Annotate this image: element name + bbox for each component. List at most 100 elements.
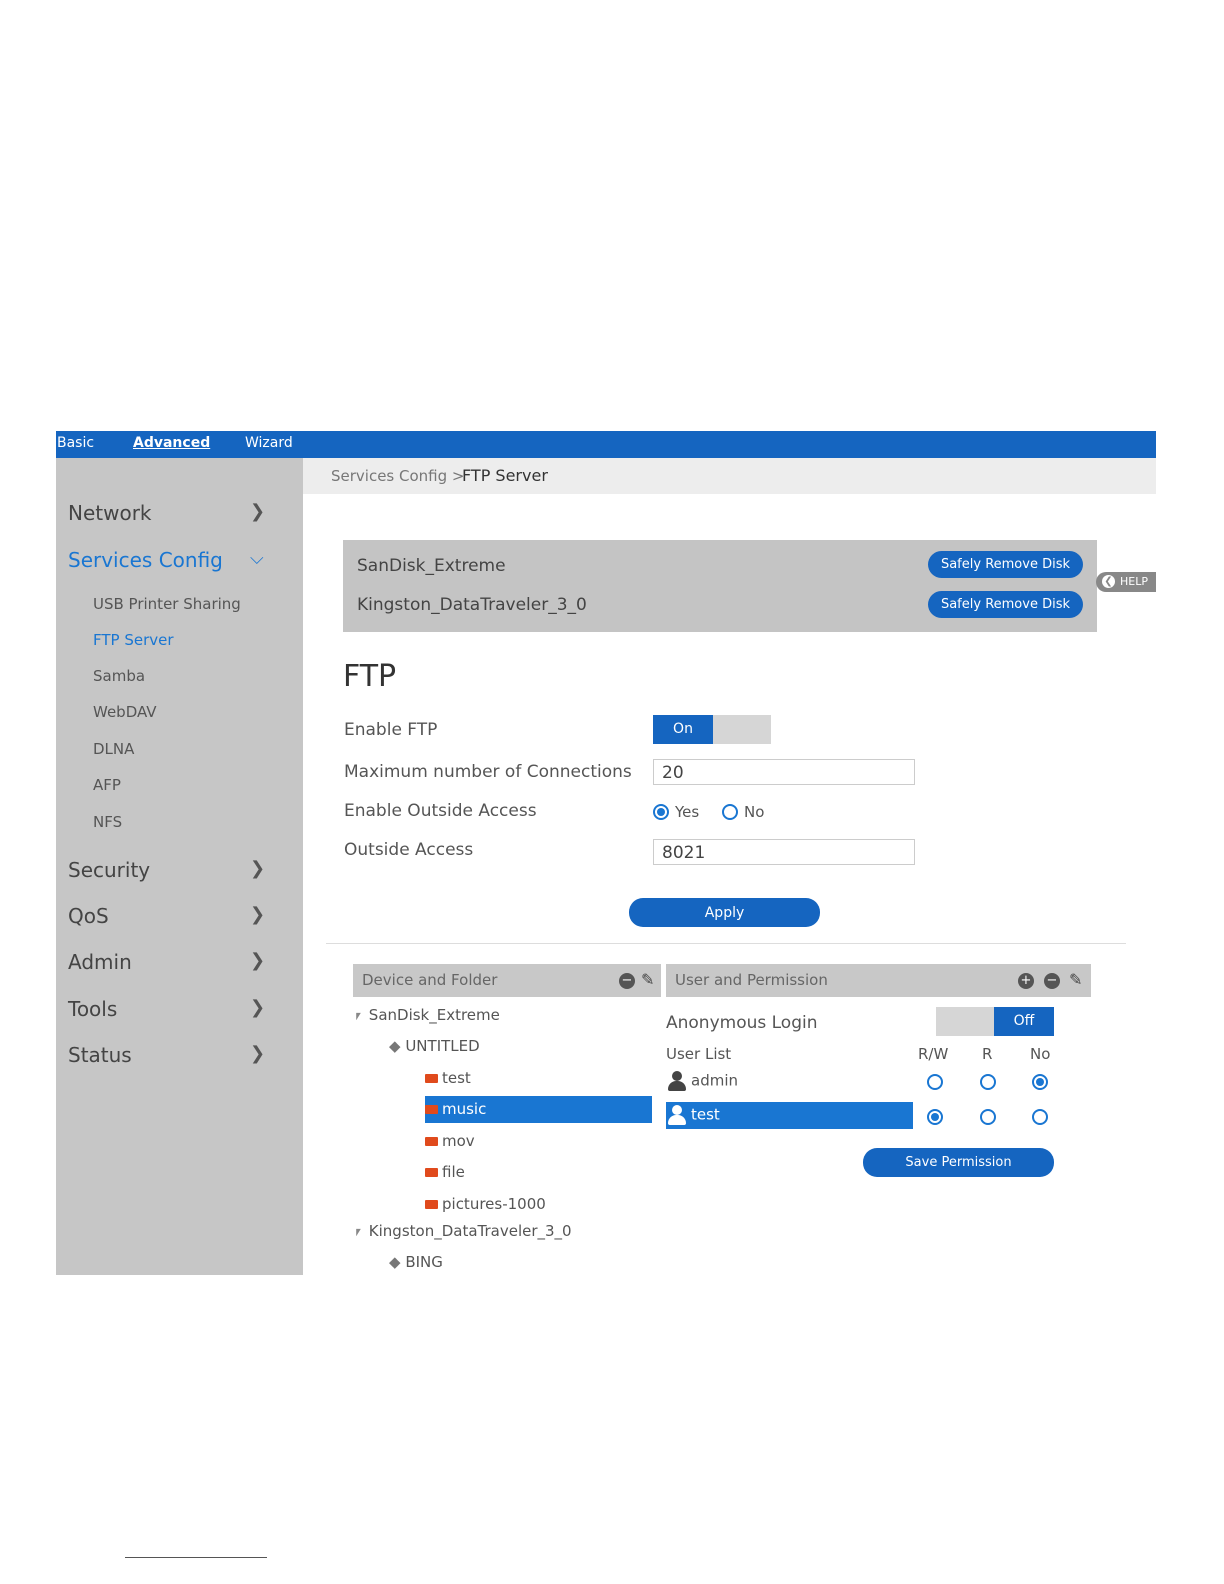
safely-remove-disk-button[interactable]: Safely Remove Disk bbox=[928, 591, 1083, 618]
sidebar-item-admin[interactable]: Admin bbox=[68, 950, 132, 974]
enable-ftp-toggle[interactable]: On bbox=[653, 715, 771, 744]
tree-volume[interactable]: ◆ UNTITLED bbox=[389, 1037, 480, 1055]
help-arrow-icon: ❮ bbox=[1102, 575, 1115, 588]
tab-wizard[interactable]: Wizard bbox=[245, 435, 293, 451]
sidebar-item-tools[interactable]: Tools bbox=[68, 997, 117, 1021]
disk-name: SanDisk_Extreme bbox=[357, 556, 506, 576]
tree-folder[interactable]: mov bbox=[425, 1132, 475, 1150]
folder-icon bbox=[425, 1200, 438, 1209]
yes-label: Yes bbox=[675, 803, 700, 821]
divider bbox=[326, 943, 1126, 944]
sidebar-item-usb-printer-sharing[interactable]: USB Printer Sharing bbox=[93, 595, 241, 613]
folder-label: pictures-1000 bbox=[442, 1195, 546, 1213]
sidebar-item-qos[interactable]: QoS bbox=[68, 904, 109, 928]
chevron-right-icon[interactable]: ❯ bbox=[250, 858, 265, 879]
sidebar-item-status[interactable]: Status bbox=[68, 1043, 132, 1067]
user-row-test[interactable]: test bbox=[667, 1105, 720, 1125]
folder-icon bbox=[425, 1105, 438, 1114]
tab-basic[interactable]: Basic bbox=[57, 435, 94, 451]
column-r: R bbox=[982, 1045, 993, 1063]
tree-folder[interactable]: file bbox=[425, 1163, 465, 1181]
sidebar-item-afp[interactable]: AFP bbox=[93, 776, 121, 794]
disk-panel: SanDisk_Extreme Safely Remove Disk Kings… bbox=[343, 540, 1097, 632]
tab-advanced[interactable]: Advanced bbox=[133, 435, 210, 451]
remove-icon[interactable]: − bbox=[1044, 973, 1060, 989]
edit-pencil-icon[interactable]: ✎ bbox=[1069, 970, 1082, 989]
permission-r-radio[interactable] bbox=[980, 1109, 996, 1125]
tree-folder[interactable]: pictures-1000 bbox=[425, 1195, 546, 1213]
help-button[interactable]: ❮ HELP bbox=[1096, 572, 1156, 592]
outside-access-no-radio[interactable] bbox=[722, 804, 738, 820]
add-icon[interactable]: + bbox=[1018, 973, 1034, 989]
sidebar: Network ❯ Services Config ⌵ USB Printer … bbox=[56, 458, 303, 1275]
section-title: FTP bbox=[343, 659, 397, 694]
volume-icon: ◆ bbox=[389, 1037, 401, 1055]
enable-ftp-label: Enable FTP bbox=[344, 720, 438, 740]
tree-folder-selected[interactable]: music bbox=[425, 1100, 486, 1118]
toggle-on-label: On bbox=[653, 715, 713, 744]
max-connections-input[interactable]: 20 bbox=[653, 759, 915, 785]
device-folder-title: Device and Folder bbox=[362, 971, 498, 989]
anonymous-login-label: Anonymous Login bbox=[666, 1013, 818, 1033]
chevron-right-icon[interactable]: ❯ bbox=[250, 997, 265, 1018]
chevron-down-icon[interactable]: ⌵ bbox=[250, 548, 264, 569]
sidebar-item-dlna[interactable]: DLNA bbox=[93, 740, 134, 758]
chevron-right-icon[interactable]: ❯ bbox=[250, 950, 265, 971]
user-icon bbox=[667, 1071, 687, 1091]
folder-label: music bbox=[442, 1100, 487, 1118]
tree-volume[interactable]: ◆ BING bbox=[389, 1253, 443, 1271]
sidebar-item-webdav[interactable]: WebDAV bbox=[93, 703, 157, 721]
tree-folder[interactable]: test bbox=[425, 1069, 471, 1087]
sidebar-item-samba[interactable]: Samba bbox=[93, 667, 145, 685]
save-permission-button[interactable]: Save Permission bbox=[863, 1148, 1054, 1177]
no-label: No bbox=[744, 803, 765, 821]
folder-icon bbox=[425, 1168, 438, 1177]
chevron-right-icon[interactable]: ❯ bbox=[250, 1043, 265, 1064]
breadcrumb-parent[interactable]: Services Config > bbox=[331, 467, 464, 485]
max-connections-label: Maximum number of Connections bbox=[344, 762, 632, 782]
footnote-rule bbox=[125, 1557, 267, 1558]
user-row-admin[interactable]: admin bbox=[667, 1071, 738, 1091]
user-icon bbox=[667, 1105, 687, 1125]
folder-icon bbox=[425, 1074, 438, 1083]
toggle-off-label: Off bbox=[994, 1007, 1054, 1036]
device-folder-header: Device and Folder − ✎ bbox=[353, 964, 661, 997]
outside-access-port-input[interactable]: 8021 bbox=[653, 839, 915, 865]
permission-r-radio[interactable] bbox=[980, 1074, 996, 1090]
permission-rw-radio[interactable] bbox=[927, 1109, 943, 1125]
sidebar-item-ftp-server[interactable]: FTP Server bbox=[93, 631, 174, 649]
chevron-right-icon[interactable]: ❯ bbox=[250, 904, 265, 925]
tree-disk[interactable]: ⎖ Kingston_DataTraveler_3_0 bbox=[352, 1222, 572, 1240]
outside-access-label: Outside Access bbox=[344, 840, 474, 860]
sidebar-item-security[interactable]: Security bbox=[68, 858, 150, 882]
tree-disk[interactable]: ⎖ SanDisk_Extreme bbox=[352, 1006, 500, 1024]
tree-disk-label: SanDisk_Extreme bbox=[368, 1006, 500, 1024]
permission-rw-radio[interactable] bbox=[927, 1074, 943, 1090]
anonymous-login-toggle[interactable]: Off bbox=[936, 1007, 1054, 1036]
volume-icon: ◆ bbox=[389, 1253, 401, 1271]
help-label: HELP bbox=[1120, 575, 1148, 588]
edit-pencil-icon[interactable]: ✎ bbox=[641, 970, 654, 989]
folder-icon bbox=[425, 1137, 438, 1146]
user-permission-header: User and Permission + − ✎ bbox=[666, 964, 1091, 997]
chevron-right-icon[interactable]: ❯ bbox=[250, 501, 265, 522]
apply-button[interactable]: Apply bbox=[629, 898, 820, 927]
sidebar-item-network[interactable]: Network bbox=[68, 501, 152, 525]
user-permission-title: User and Permission bbox=[675, 971, 828, 989]
disk-icon: ⎖ bbox=[352, 1222, 365, 1240]
permission-no-radio[interactable] bbox=[1032, 1074, 1048, 1090]
permission-no-radio[interactable] bbox=[1032, 1109, 1048, 1125]
disk-icon: ⎖ bbox=[352, 1006, 365, 1024]
column-no: No bbox=[1030, 1045, 1051, 1063]
breadcrumb-current: FTP Server bbox=[462, 466, 548, 485]
top-nav-bar: Basic Advanced Wizard bbox=[56, 431, 1156, 458]
folder-label: mov bbox=[442, 1132, 475, 1150]
sidebar-item-services-config[interactable]: Services Config bbox=[68, 548, 223, 572]
user-list-label: User List bbox=[666, 1045, 732, 1063]
outside-access-yes-radio[interactable] bbox=[653, 804, 669, 820]
sidebar-item-nfs[interactable]: NFS bbox=[93, 813, 122, 831]
tree-disk-label: Kingston_DataTraveler_3_0 bbox=[368, 1222, 572, 1240]
remove-icon[interactable]: − bbox=[619, 973, 635, 989]
tree-volume-label: BING bbox=[405, 1253, 443, 1271]
safely-remove-disk-button[interactable]: Safely Remove Disk bbox=[928, 551, 1083, 578]
